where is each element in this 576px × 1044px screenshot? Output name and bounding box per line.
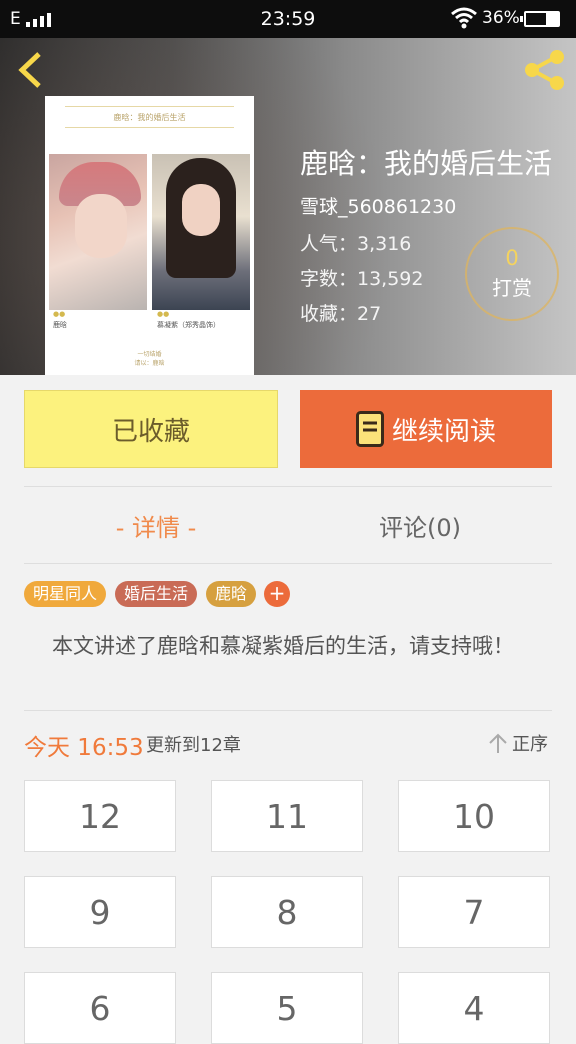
add-tag-button[interactable]: + bbox=[264, 581, 290, 607]
battery-percent: 36% bbox=[482, 8, 520, 28]
book-icon bbox=[355, 411, 384, 447]
chapter-button[interactable]: 12 bbox=[24, 780, 176, 852]
tag-married-life[interactable]: 婚后生活 bbox=[115, 581, 198, 607]
author-name[interactable]: 雪球_560861230 bbox=[300, 192, 456, 219]
cover-photo-right bbox=[152, 154, 250, 310]
favorited-label: 已收藏 bbox=[111, 416, 190, 447]
cover-title: 鹿晗：我的婚后生活 bbox=[113, 113, 186, 122]
chapter-button[interactable]: 4 bbox=[398, 972, 550, 1044]
tag-luhan[interactable]: 鹿晗 bbox=[206, 581, 257, 607]
book-summary: 本文讲述了鹿晗和慕凝紫婚后的生活，请支持哦！ bbox=[52, 634, 514, 658]
favorited-button[interactable]: 已收藏 bbox=[24, 390, 278, 468]
back-icon[interactable] bbox=[12, 50, 52, 90]
favorites-stat: 收藏：27 bbox=[300, 303, 382, 325]
reward-count: 0 bbox=[505, 246, 519, 270]
chapter-button[interactable]: 7 bbox=[398, 876, 550, 948]
share-icon[interactable] bbox=[520, 48, 568, 92]
book-title: 鹿晗：我的婚后生活 bbox=[300, 147, 553, 180]
reward-label: 打赏 bbox=[492, 276, 532, 300]
update-text: 更新到12章 bbox=[146, 735, 241, 756]
battery-icon bbox=[520, 11, 560, 27]
divider bbox=[24, 563, 552, 564]
popularity-stat: 人气：3,316 bbox=[300, 233, 412, 255]
cover-photo-left bbox=[49, 154, 147, 310]
chapter-button[interactable]: 10 bbox=[398, 780, 550, 852]
status-bar: E 23:59 36% bbox=[0, 0, 576, 38]
cover-caption-right: 慕凝紫（郑秀晶饰） bbox=[157, 321, 220, 329]
chapter-button[interactable]: 9 bbox=[24, 876, 176, 948]
sort-order-label: 正序 bbox=[512, 734, 548, 755]
cover-ornament: ●● bbox=[157, 310, 170, 318]
arrow-up-icon bbox=[489, 733, 507, 753]
chapter-button[interactable]: 8 bbox=[211, 876, 363, 948]
cover-ornament: ●● bbox=[53, 310, 66, 318]
continue-reading-button[interactable]: 继续阅读 bbox=[300, 390, 552, 468]
tab-detail[interactable]: - 详情 - bbox=[24, 488, 288, 562]
reward-button[interactable]: 0 打赏 bbox=[465, 227, 559, 321]
book-cover[interactable]: 鹿晗：我的婚后生活 ●● ●● 鹿晗 慕凝紫（郑秀晶饰） 一切结婚 请以：鹿晗 bbox=[45, 96, 254, 375]
cover-caption-left: 鹿晗 bbox=[53, 321, 67, 329]
cover-sign: 一切结婚 请以：鹿晗 bbox=[134, 351, 165, 367]
wifi-icon bbox=[451, 7, 477, 29]
sort-order-button[interactable]: 正序 bbox=[488, 730, 548, 756]
tag-star-fanfic[interactable]: 明星同人 bbox=[24, 581, 107, 607]
book-header: 鹿晗：我的婚后生活 ●● ●● 鹿晗 慕凝紫（郑秀晶饰） 一切结婚 请以：鹿晗 … bbox=[0, 38, 576, 375]
chapter-button[interactable]: 5 bbox=[211, 972, 363, 1044]
chapter-button[interactable]: 6 bbox=[24, 972, 176, 1044]
continue-reading-label: 继续阅读 bbox=[391, 416, 496, 447]
tab-comment[interactable]: 评论(0) bbox=[288, 488, 552, 562]
chapter-button[interactable]: 11 bbox=[211, 780, 363, 852]
update-time: 今天 16:53 bbox=[24, 735, 144, 761]
word-count-stat: 字数：13,592 bbox=[300, 268, 424, 290]
divider bbox=[24, 486, 552, 487]
divider bbox=[24, 710, 552, 711]
